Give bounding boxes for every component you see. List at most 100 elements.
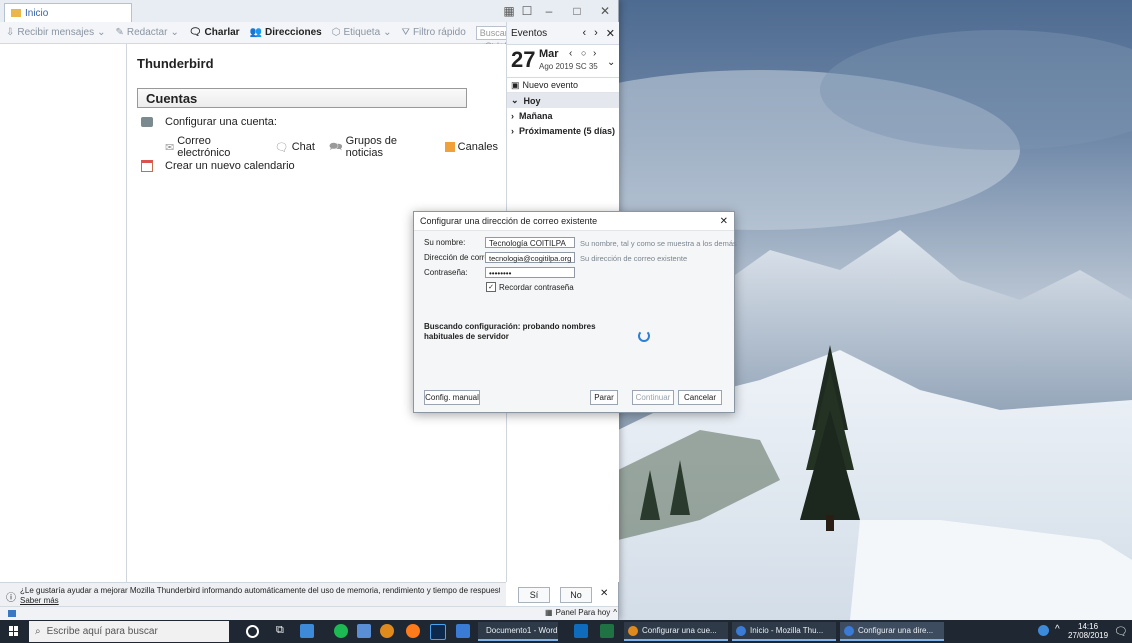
chevron-up-icon: ^ bbox=[613, 608, 618, 617]
write-label: Redactar bbox=[126, 27, 168, 38]
close-icon[interactable]: ✕ bbox=[606, 27, 615, 40]
tag-label: Etiqueta bbox=[343, 27, 381, 38]
cortana-icon[interactable] bbox=[246, 625, 259, 638]
maximize-button[interactable]: □ bbox=[564, 2, 590, 20]
contacts-icon: 👥 bbox=[249, 27, 263, 38]
loading-spinner-icon bbox=[638, 330, 650, 342]
notifications-icon[interactable]: 🗨 bbox=[1114, 625, 1128, 638]
checkbox-checked-icon: ✓ bbox=[486, 282, 496, 292]
today-pane-toggle[interactable]: ▦ Panel Para hoy ^ bbox=[545, 608, 617, 617]
app-icon[interactable] bbox=[357, 624, 371, 638]
excel-icon[interactable] bbox=[600, 624, 614, 638]
quick-filter-label: Filtro rápido bbox=[412, 27, 466, 38]
get-mail-label: Recibir mensajes bbox=[17, 27, 95, 38]
prev-day-icon[interactable]: ‹ bbox=[569, 48, 572, 59]
tab-label: Inicio bbox=[25, 7, 49, 19]
chevron-down-icon: ⌄ bbox=[170, 27, 179, 38]
events-tomorrow[interactable]: › Mañana bbox=[507, 108, 619, 123]
windows-start-icon[interactable] bbox=[9, 626, 19, 636]
new-event-label: Nuevo evento bbox=[522, 80, 579, 90]
folder-pane bbox=[0, 44, 127, 582]
account-setup-icon bbox=[141, 117, 153, 127]
cancel-button[interactable]: Cancelar bbox=[678, 390, 722, 405]
file-explorer-icon[interactable] bbox=[300, 624, 314, 638]
chevron-left-icon[interactable]: ‹ bbox=[582, 27, 586, 40]
calendar-icon: ▦ bbox=[545, 608, 553, 617]
thunderbird-icon bbox=[844, 625, 854, 636]
firefox-icon[interactable] bbox=[406, 624, 420, 638]
next-day-icon[interactable]: › bbox=[593, 48, 596, 59]
chevron-down-icon: ⌄ bbox=[511, 95, 519, 105]
photoshop-icon[interactable] bbox=[430, 624, 446, 640]
events-upcoming-label: Próximamente (5 días) bbox=[519, 125, 616, 136]
chevron-right-icon[interactable]: › bbox=[594, 27, 598, 40]
taskbar-app-thunderbird[interactable]: Inicio - Mozilla Thu... bbox=[732, 622, 836, 641]
today-pane-label: Panel Para hoy bbox=[555, 608, 611, 617]
chat-button[interactable]: 🗨 Charlar bbox=[189, 27, 240, 38]
email-field[interactable]: tecnologia@cogitilpa.org bbox=[485, 252, 575, 263]
chat-bubble-icon: 🗨 bbox=[274, 141, 289, 154]
remember-password-checkbox[interactable]: ✓ Recordar contraseña bbox=[486, 282, 574, 292]
dialog-title: Configurar una dirección de correo exist… bbox=[420, 216, 598, 226]
taskbar-search[interactable]: ⌕ Escribe aquí para buscar bbox=[29, 621, 229, 642]
task-view-icon[interactable]: ⧉ bbox=[276, 624, 284, 637]
account-types-row: ✉ Correo electrónico 🗨 Chat 🗪 Grupos de … bbox=[165, 135, 506, 159]
get-mail-button[interactable]: ⇩ Recibir mensajes ⌄ bbox=[6, 27, 105, 38]
write-button[interactable]: ✎ Redactar ⌄ bbox=[115, 27, 178, 38]
spotify-icon[interactable] bbox=[334, 624, 348, 638]
address-book-button[interactable]: 👥 Direcciones bbox=[250, 27, 322, 38]
minimize-button[interactable]: – bbox=[536, 2, 562, 20]
taskbar-search-placeholder: Escribe aquí para buscar bbox=[46, 626, 158, 637]
taskbar-app-dialog[interactable]: Configurar una dire... bbox=[840, 622, 944, 641]
filter-icon: ⛛ bbox=[401, 27, 410, 38]
newsgroup-icon: 🗪 bbox=[328, 140, 343, 153]
new-event-button[interactable]: ▣ Nuevo evento bbox=[507, 78, 619, 93]
close-icon[interactable]: ✕ bbox=[720, 216, 728, 227]
email-account-link[interactable]: ✉ Correo electrónico bbox=[165, 135, 261, 159]
clock-date: 27/08/2019 bbox=[1068, 631, 1109, 640]
remember-password-label: Recordar contraseña bbox=[499, 282, 574, 292]
outlook-icon[interactable] bbox=[574, 624, 588, 638]
chat-label: Charlar bbox=[204, 27, 240, 38]
help-icon[interactable] bbox=[1038, 625, 1049, 636]
address-book-label: Direcciones bbox=[265, 27, 322, 38]
newsgroup-account-label: Grupos de noticias bbox=[345, 135, 398, 159]
tag-button[interactable]: ⬡ Etiqueta ⌄ bbox=[332, 27, 392, 38]
app-icon[interactable] bbox=[456, 624, 470, 638]
info-icon: ⓘ bbox=[6, 593, 16, 604]
chrome-icon bbox=[628, 625, 638, 636]
learn-more-link[interactable]: Saber más bbox=[20, 596, 59, 605]
name-field[interactable]: Tecnología COITILPA bbox=[485, 237, 575, 248]
close-icon[interactable]: ✕ bbox=[600, 588, 608, 599]
notification-text: ¿Le gustaría ayudar a mejorar Mozilla Th… bbox=[20, 586, 500, 595]
password-field[interactable]: •••••••• bbox=[485, 267, 575, 278]
create-calendar-row[interactable]: Crear un nuevo calendario bbox=[141, 160, 295, 172]
online-status-icon bbox=[8, 610, 16, 617]
events-today[interactable]: ⌄ Hoy bbox=[507, 93, 619, 108]
continue-button[interactable]: Continuar bbox=[632, 390, 674, 405]
no-button[interactable]: No bbox=[560, 587, 592, 603]
chevron-up-icon[interactable]: ^ bbox=[1055, 624, 1060, 635]
system-clock[interactable]: 14:16 27/08/2019 bbox=[1068, 622, 1108, 640]
chat-account-link[interactable]: 🗨 Chat bbox=[275, 141, 315, 154]
yes-button[interactable]: Sí bbox=[518, 587, 550, 603]
thunderbird-icon bbox=[736, 625, 746, 636]
taskbar-app-word[interactable]: Documento1 - Word bbox=[478, 622, 558, 641]
today-icon[interactable]: ○ bbox=[581, 48, 586, 58]
account-setup-dialog: Configurar una dirección de correo exist… bbox=[413, 211, 737, 413]
day-number: 27 bbox=[511, 47, 536, 72]
dialog-title-bar: Configurar una dirección de correo exist… bbox=[414, 212, 734, 231]
tab-inicio[interactable]: Inicio bbox=[4, 3, 132, 22]
manual-config-button[interactable]: Config. manual bbox=[424, 390, 480, 405]
search-status-text: Buscando configuración: probando nombres… bbox=[424, 322, 596, 341]
quick-filter-button[interactable]: ⛛ Filtro rápido bbox=[402, 27, 466, 38]
chevron-down-icon[interactable]: ⌄ bbox=[607, 57, 615, 68]
feeds-account-link[interactable]: Canales bbox=[444, 141, 498, 153]
newsgroup-account-link[interactable]: 🗪 Grupos de noticias bbox=[329, 135, 431, 159]
events-upcoming[interactable]: › Próximamente (5 días) bbox=[507, 123, 619, 138]
chrome-icon[interactable] bbox=[380, 624, 394, 638]
stop-button[interactable]: Parar bbox=[590, 390, 618, 405]
taskbar-app-browser[interactable]: Configurar una cue... bbox=[624, 622, 728, 641]
close-button[interactable]: ✕ bbox=[592, 2, 618, 20]
events-title: Eventos bbox=[511, 27, 548, 39]
